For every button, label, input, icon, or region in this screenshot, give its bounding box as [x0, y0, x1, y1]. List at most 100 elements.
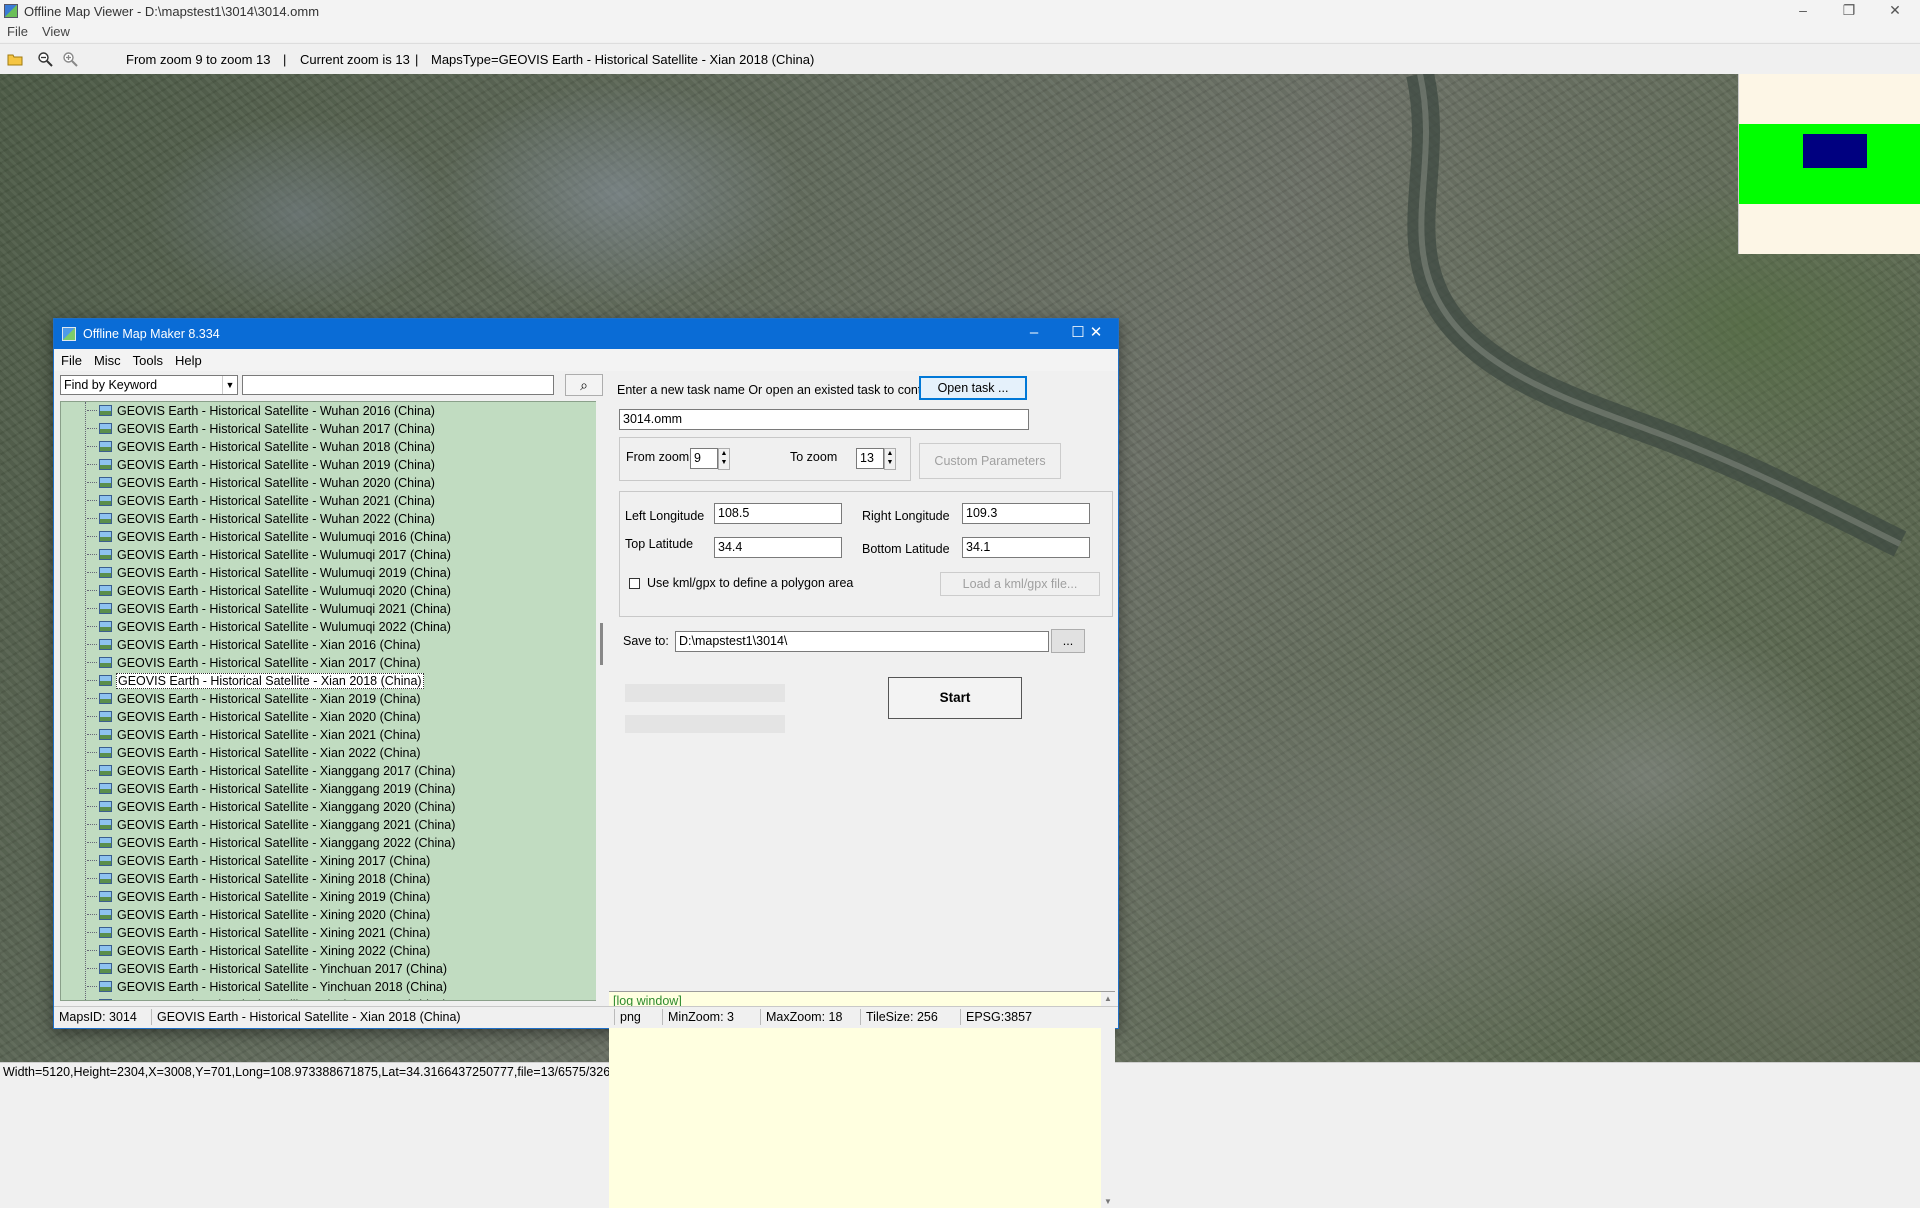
scroll-down-icon[interactable]: ▼ [1101, 1197, 1115, 1206]
tree-item-label: GEOVIS Earth - Historical Satellite - Xi… [117, 871, 431, 886]
dialog-menu-file[interactable]: File [54, 349, 87, 368]
tree-item[interactable]: GEOVIS Earth - Historical Satellite - Xi… [87, 889, 431, 907]
tree-item-label: GEOVIS Earth - Historical Satellite - Xi… [117, 781, 456, 796]
menu-view[interactable]: View [35, 22, 77, 39]
tree-item[interactable]: GEOVIS Earth - Historical Satellite - Xi… [87, 943, 431, 961]
zoom-out-icon[interactable] [37, 51, 53, 67]
tree-item[interactable]: GEOVIS Earth - Historical Satellite - Wu… [87, 619, 452, 637]
zoom-in-icon[interactable] [62, 51, 78, 67]
tree-item[interactable]: GEOVIS Earth - Historical Satellite - Wu… [87, 457, 436, 475]
map-layer-icon [99, 459, 112, 471]
tree-item[interactable]: GEOVIS Earth - Historical Satellite - Wu… [87, 601, 452, 619]
tree-item[interactable]: GEOVIS Earth - Historical Satellite - Xi… [87, 672, 424, 691]
tree-connector [87, 752, 97, 754]
spin-down-icon[interactable]: ▼ [885, 458, 895, 467]
dialog-menu-misc[interactable]: Misc [87, 349, 126, 368]
tree-connector [87, 770, 97, 772]
spin-down-icon[interactable]: ▼ [719, 458, 729, 467]
tree-item[interactable]: GEOVIS Earth - Historical Satellite - Wu… [87, 511, 436, 529]
map-layer-icon [99, 531, 112, 543]
right-longitude-input[interactable]: 109.3 [962, 503, 1090, 524]
save-path-input[interactable]: D:\mapstest1\3014\ [675, 631, 1049, 652]
dialog-title: Offline Map Maker 8.334 [83, 327, 220, 341]
tree-item-label: GEOVIS Earth - Historical Satellite - Yi… [117, 979, 448, 994]
tree-item[interactable]: GEOVIS Earth - Historical Satellite - Wu… [87, 529, 452, 547]
search-mode-select[interactable]: Find by Keyword ▼ [60, 375, 238, 395]
tree-item-label: GEOVIS Earth - Historical Satellite - Xi… [117, 925, 431, 940]
tree-item[interactable]: GEOVIS Earth - Historical Satellite - Xi… [87, 745, 422, 763]
maximize-button[interactable]: ❐ [1826, 0, 1872, 22]
tree-item[interactable]: GEOVIS Earth - Historical Satellite - Yi… [87, 979, 448, 997]
tree-item[interactable]: GEOVIS Earth - Historical Satellite - Xi… [87, 835, 456, 853]
tree-connector [87, 608, 97, 610]
from-zoom-input[interactable]: 9 [690, 448, 718, 469]
tree-item-label: GEOVIS Earth - Historical Satellite - Wu… [117, 511, 435, 526]
top-latitude-input[interactable]: 34.4 [714, 537, 842, 558]
keyword-input[interactable] [242, 375, 554, 395]
load-kml-button[interactable]: Load a kml/gpx file... [940, 572, 1100, 596]
menu-file[interactable]: File [0, 22, 35, 39]
task-name-input[interactable]: 3014.omm [619, 409, 1029, 430]
dialog-close-button[interactable]: ✕ [1074, 319, 1118, 349]
tree-item[interactable]: GEOVIS Earth - Historical Satellite - Xi… [87, 727, 422, 745]
dialog-menu-help[interactable]: Help [168, 349, 207, 368]
tree-item[interactable]: GEOVIS Earth - Historical Satellite - Xi… [87, 853, 431, 871]
tree-item-label: GEOVIS Earth - Historical Satellite - Yi… [117, 961, 448, 976]
tree-item[interactable]: GEOVIS Earth - Historical Satellite - Wu… [87, 403, 436, 421]
tree-item[interactable]: GEOVIS Earth - Historical Satellite - Xi… [87, 709, 422, 727]
toolbar-separator: | [283, 52, 287, 67]
map-layer-icon [99, 477, 112, 489]
minimize-button[interactable]: – [1780, 0, 1826, 22]
bottom-latitude-input[interactable]: 34.1 [962, 537, 1090, 558]
open-folder-icon[interactable] [7, 51, 23, 67]
tree-item[interactable]: GEOVIS Earth - Historical Satellite - Xi… [87, 871, 431, 889]
kml-checkbox[interactable] [629, 578, 640, 589]
start-button[interactable]: Start [888, 677, 1022, 719]
tree-item[interactable]: GEOVIS Earth - Historical Satellite - Wu… [87, 547, 452, 565]
tree-item[interactable]: GEOVIS Earth - Historical Satellite - Wu… [87, 475, 436, 493]
tree-item[interactable]: GEOVIS Earth - Historical Satellite - Wu… [87, 493, 436, 511]
tree-item[interactable]: GEOVIS Earth - Historical Satellite - Yi… [87, 997, 448, 1000]
from-zoom-label: From zoom [626, 450, 690, 464]
dialog-menu-tools[interactable]: Tools [126, 349, 168, 368]
dialog-minimize-button[interactable]: – [1012, 319, 1056, 349]
tree-item-label: GEOVIS Earth - Historical Satellite - Xi… [117, 637, 421, 652]
to-zoom-stepper[interactable]: ▲ ▼ [884, 448, 896, 470]
browse-button[interactable]: ... [1051, 629, 1085, 653]
chevron-down-icon[interactable]: ▼ [222, 376, 237, 394]
from-zoom-stepper[interactable]: ▲ ▼ [718, 448, 730, 470]
tree-connector [87, 500, 97, 502]
tree-item[interactable]: GEOVIS Earth - Historical Satellite - Xi… [87, 637, 422, 655]
tree-item[interactable]: GEOVIS Earth - Historical Satellite - Xi… [87, 799, 456, 817]
close-button[interactable]: ✕ [1872, 0, 1918, 22]
map-type-tree[interactable]: GEOVIS Earth - Historical Satellite - Wu… [60, 401, 602, 1001]
search-button[interactable]: ⌕ [565, 374, 603, 396]
tree-scroll-thumb[interactable] [600, 623, 603, 665]
tree-item[interactable]: GEOVIS Earth - Historical Satellite - Xi… [87, 691, 422, 709]
tree-item[interactable]: GEOVIS Earth - Historical Satellite - Wu… [87, 439, 436, 457]
dialog-statusbar: MapsID: 3014 GEOVIS Earth - Historical S… [54, 1006, 1118, 1028]
tree-item[interactable]: GEOVIS Earth - Historical Satellite - Wu… [87, 421, 436, 439]
tree-item[interactable]: GEOVIS Earth - Historical Satellite - Xi… [87, 817, 456, 835]
custom-parameters-button[interactable]: Custom Parameters [919, 443, 1061, 479]
tree-item-label: GEOVIS Earth - Historical Satellite - Wu… [117, 457, 435, 472]
tree-item[interactable]: GEOVIS Earth - Historical Satellite - Xi… [87, 763, 456, 781]
overview-viewport[interactable] [1803, 134, 1867, 168]
tree-item[interactable]: GEOVIS Earth - Historical Satellite - Xi… [87, 655, 422, 673]
spin-up-icon[interactable]: ▲ [885, 449, 895, 458]
tree-item[interactable]: GEOVIS Earth - Historical Satellite - Xi… [87, 925, 431, 943]
viewer-menubar: File View [0, 22, 1920, 42]
tree-scrollbar[interactable] [596, 401, 610, 1001]
left-longitude-input[interactable]: 108.5 [714, 503, 842, 524]
tree-item[interactable]: GEOVIS Earth - Historical Satellite - Xi… [87, 907, 431, 925]
tree-item-label: GEOVIS Earth - Historical Satellite - Wu… [117, 403, 435, 418]
tree-item[interactable]: GEOVIS Earth - Historical Satellite - Xi… [87, 781, 456, 799]
to-zoom-input[interactable]: 13 [856, 448, 884, 469]
scroll-up-icon[interactable]: ▲ [1101, 994, 1115, 1003]
tree-item[interactable]: GEOVIS Earth - Historical Satellite - Wu… [87, 583, 452, 601]
tree-item[interactable]: GEOVIS Earth - Historical Satellite - Wu… [87, 565, 452, 583]
overview-minimap[interactable] [1738, 74, 1920, 254]
open-task-button[interactable]: Open task ... [919, 376, 1027, 400]
tree-item[interactable]: GEOVIS Earth - Historical Satellite - Yi… [87, 961, 448, 979]
spin-up-icon[interactable]: ▲ [719, 449, 729, 458]
